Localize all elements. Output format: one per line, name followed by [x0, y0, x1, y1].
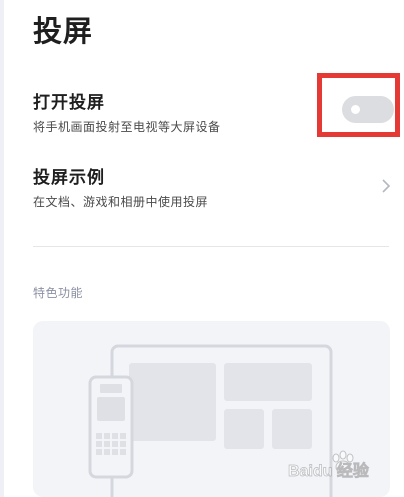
baidu-watermark: Baidu 经验 — [288, 450, 370, 480]
cast-toggle-switch[interactable] — [342, 96, 394, 123]
features-section-label: 特色功能 — [33, 286, 84, 300]
chevron-right-icon[interactable] — [380, 178, 392, 194]
left-edge-strip — [0, 0, 4, 497]
phone-illustration — [88, 375, 134, 479]
page-title: 投屏 — [33, 14, 94, 48]
cast-example-title: 投屏示例 — [33, 168, 105, 188]
cast-example-row[interactable]: 投屏示例 在文档、游戏和相册中使用投屏 — [33, 163, 390, 210]
cast-example-subtitle: 在文档、游戏和相册中使用投屏 — [33, 195, 209, 209]
toggle-highlight-box — [317, 73, 400, 137]
section-divider — [33, 246, 389, 247]
watermark-text: Baidu 经验 — [288, 461, 370, 480]
toggle-knob — [351, 105, 360, 114]
